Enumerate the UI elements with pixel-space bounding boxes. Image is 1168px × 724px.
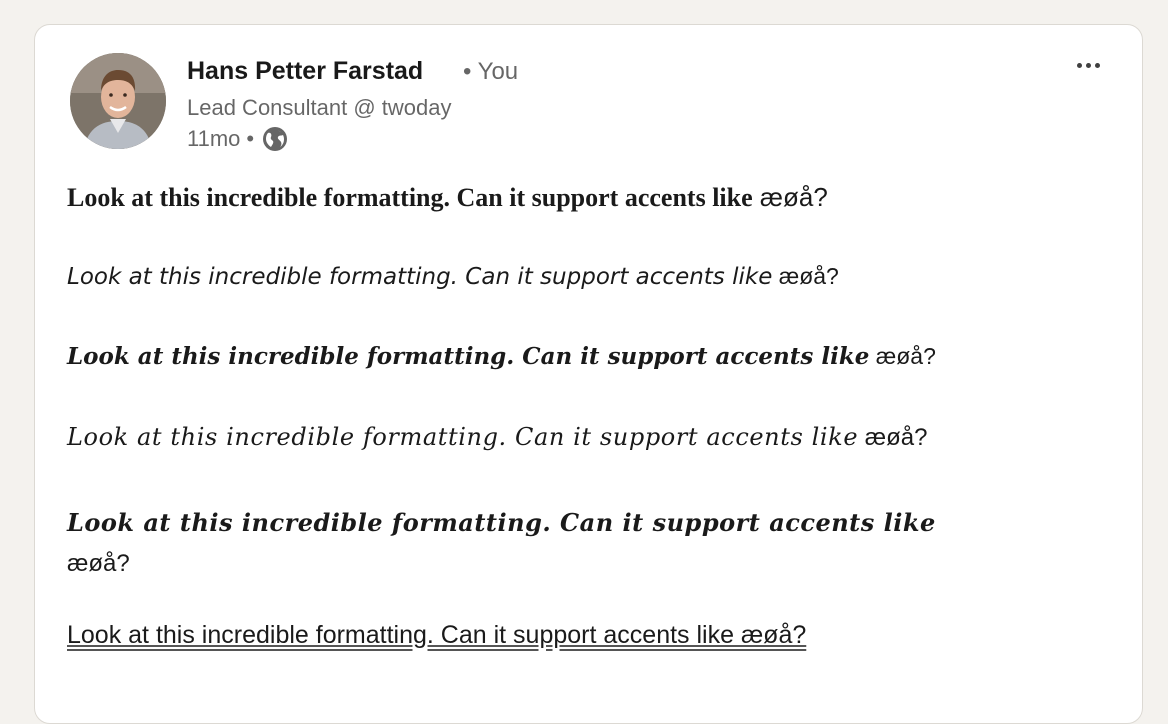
post-card: Hans Petter Farstad • You Lead Consultan… [34,24,1143,724]
meta-separator: • [246,126,255,151]
post-text-double-underline: Look at this incredible formatting. Can … [67,621,806,650]
accent-text: æøå? [869,343,936,369]
avatar[interactable] [70,53,166,149]
connection-degree: • You [463,58,519,85]
styled-text: Look at this incredible formatting. Can … [67,423,859,451]
profile-photo [70,53,166,149]
post-text-script: Look at this incredible formatting. Can … [67,423,928,452]
styled-text: Look at this incredible formatting. Can … [67,343,870,370]
author-name[interactable]: Hans Petter Farstad [187,57,423,86]
post-text-bold-serif: Look at this incredible formatting. Can … [67,182,828,213]
globe-icon [262,126,288,152]
post-text-italic-sans: Look at this incredible formatting. Can … [67,263,839,290]
accent-text: æøå? [772,263,839,289]
ellipsis-icon [1076,62,1082,68]
more-options-button[interactable] [1071,53,1105,77]
styled-text: Look at this incredible formatting. Can … [67,264,773,290]
post-age: 11mo [187,126,241,151]
accent-text: æøå? [752,182,828,212]
author-headline: Lead Consultant @ twoday [187,95,452,120]
post-text-bold-italic-serif: Look at this incredible formatting. Can … [67,343,936,370]
accent-text: æøå? [858,424,928,451]
styled-text: Look at this incredible formatting. Can … [67,183,753,212]
post-meta: 11mo • [187,126,288,152]
styled-text: Look at this incredible formatting. Can … [67,621,807,649]
accent-text: æøå? [67,550,130,577]
post-text-bold-script: Look at this incredible formatting. Can … [67,503,1077,584]
styled-text: Look at this incredible formatting. Can … [67,508,936,537]
